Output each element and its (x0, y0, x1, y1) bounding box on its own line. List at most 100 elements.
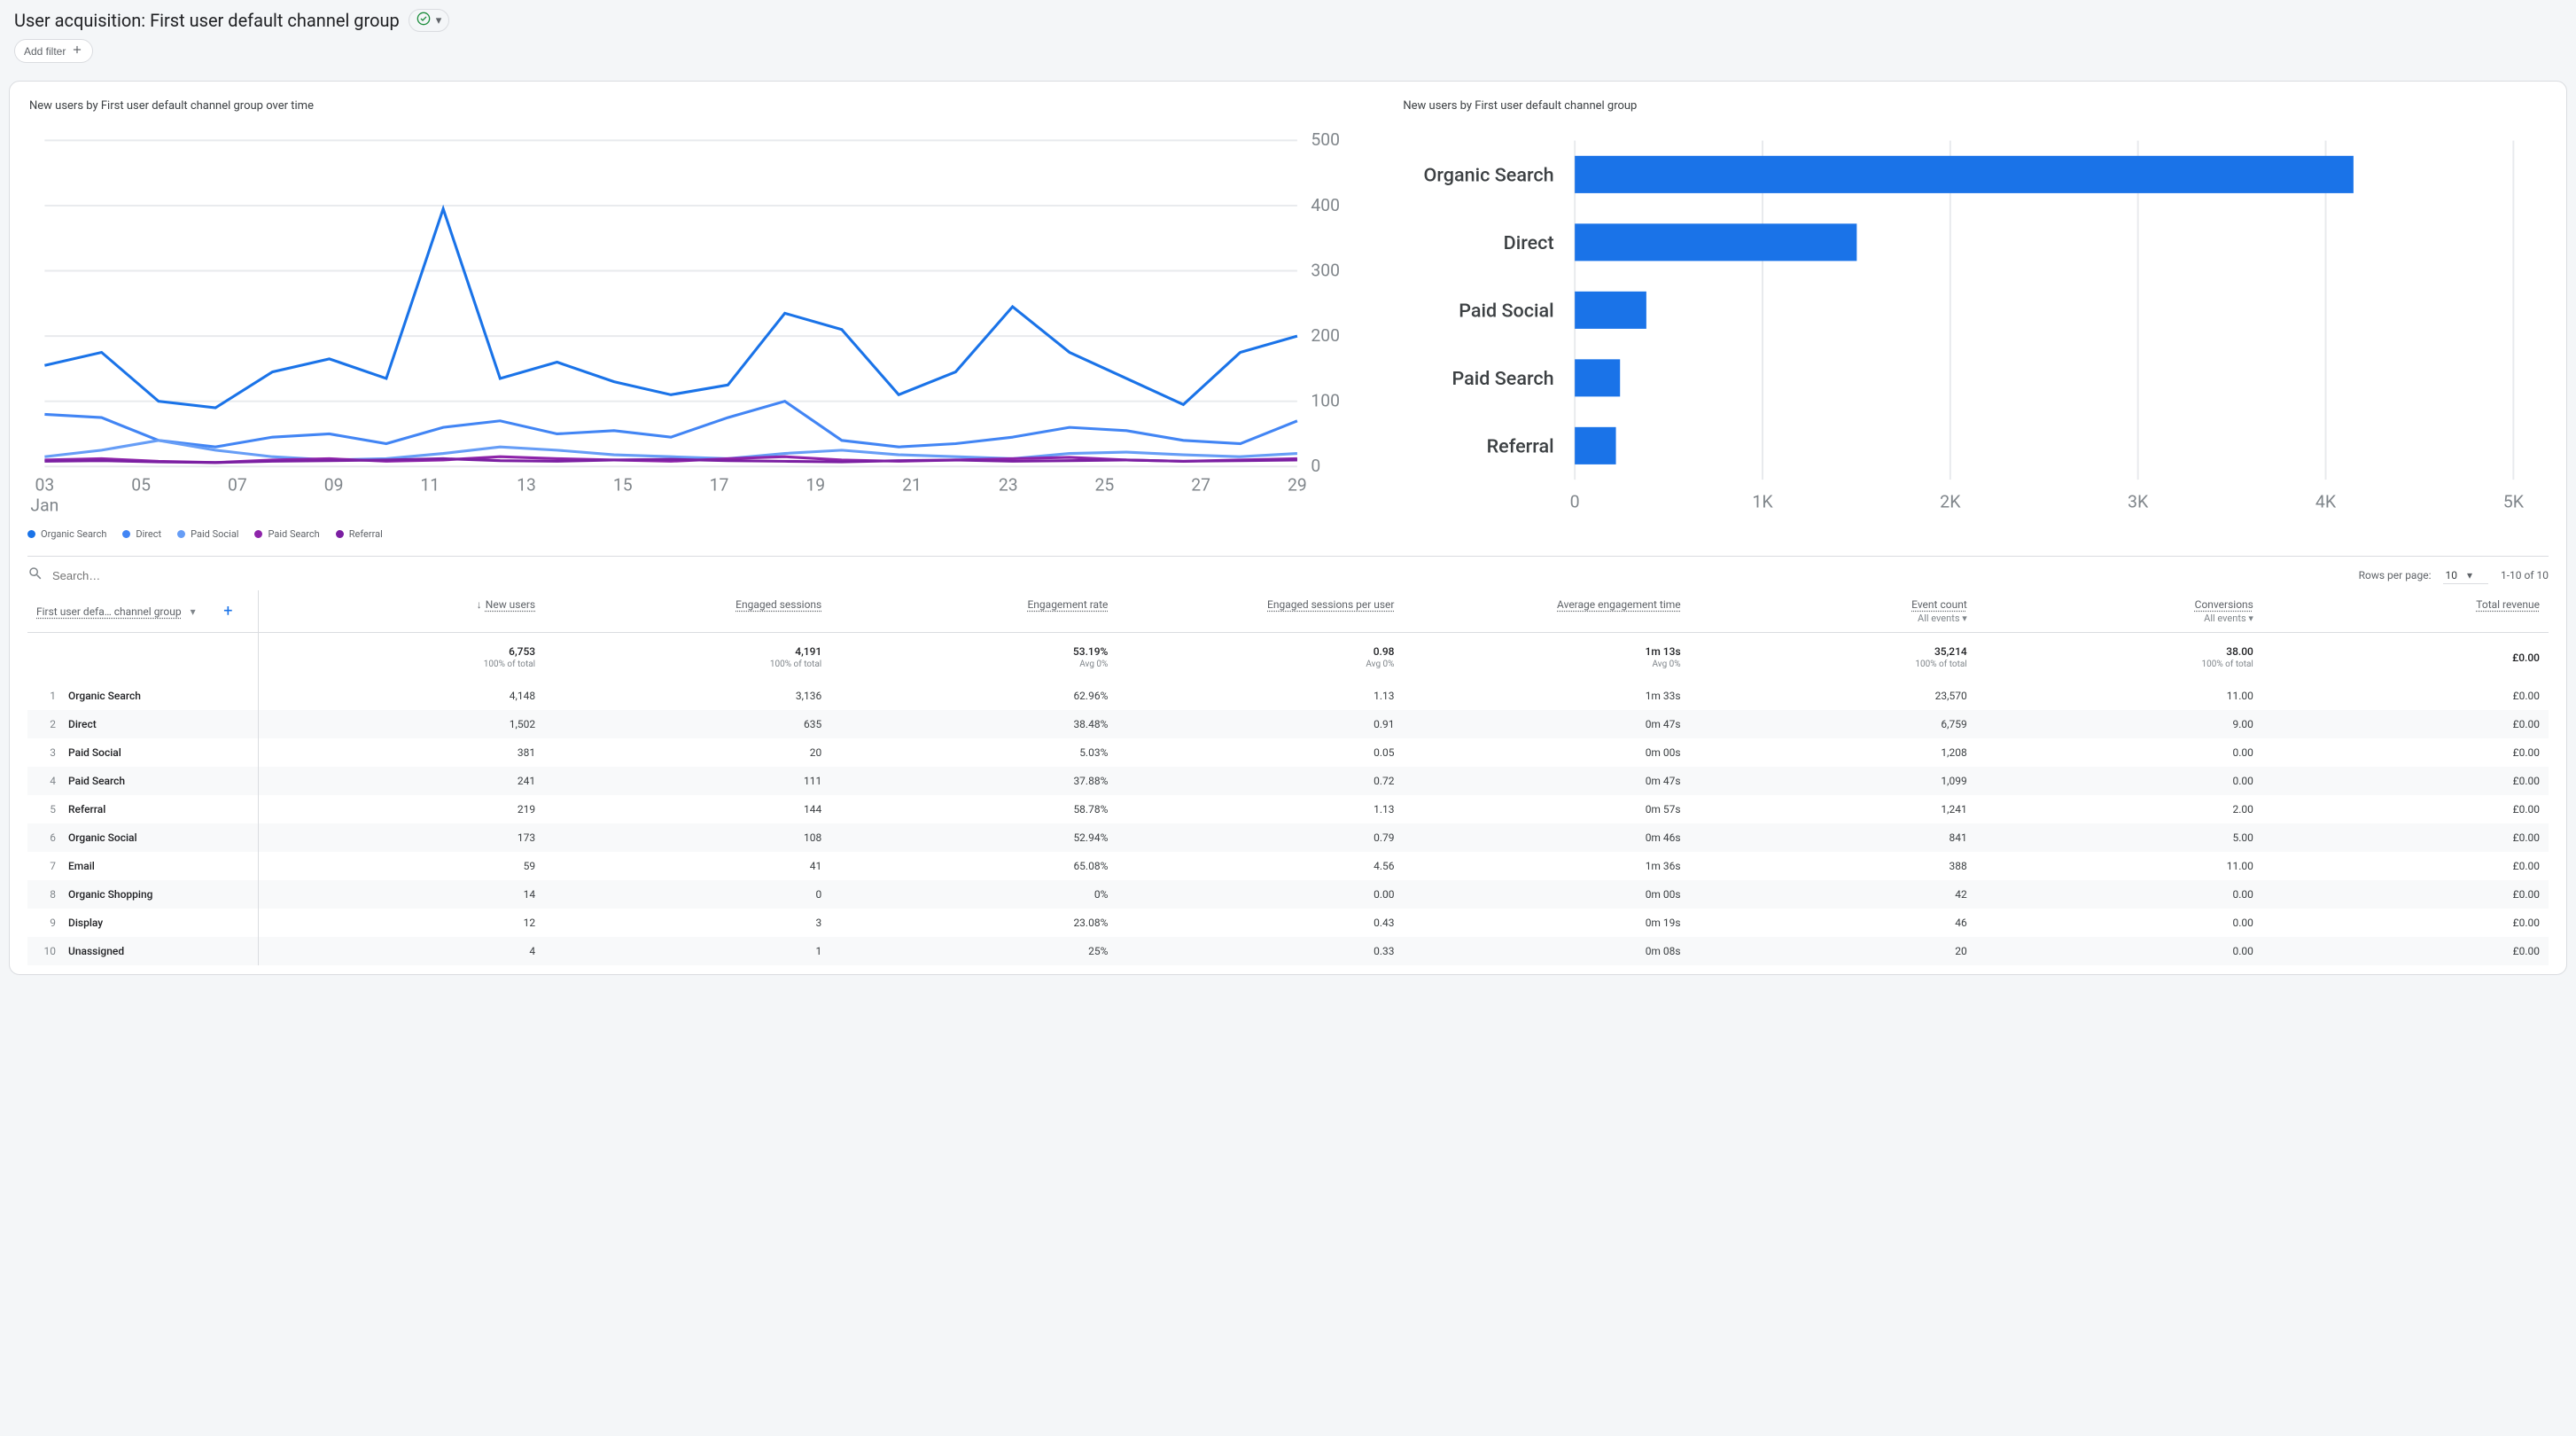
cell-engagement_rate: 62.96% (830, 682, 1117, 710)
svg-text:21: 21 (902, 474, 922, 495)
legend-item[interactable]: Direct (122, 528, 161, 540)
svg-text:3K: 3K (2128, 491, 2149, 511)
column-header-conversions[interactable]: ConversionsAll events ▾ (1976, 590, 2262, 633)
column-header-esp_user[interactable]: Engaged sessions per user (1117, 590, 1403, 633)
cell-new_users: 381 (258, 738, 544, 767)
summary-row: 6,753100% of total4,191100% of total53.1… (27, 633, 2549, 683)
report-status-chip[interactable]: ▾ (409, 9, 450, 32)
data-table: First user defa… channel group ▾ + ↓New … (27, 590, 2549, 965)
cell-new_users: 4,148 (258, 682, 544, 710)
cell-avg_eng_time: 1m 33s (1404, 682, 1690, 710)
row-name: Unassigned (68, 945, 124, 957)
svg-text:300: 300 (1311, 260, 1340, 280)
cell-total_revenue: £0.00 (2262, 710, 2549, 738)
legend-label: Organic Search (41, 528, 106, 540)
cell-new_users: 59 (258, 852, 544, 880)
cell-engaged_sessions: 1 (544, 937, 830, 965)
cell-avg_eng_time: 0m 08s (1404, 937, 1690, 965)
svg-text:11: 11 (420, 474, 440, 495)
rows-per-page-label: Rows per page: (2359, 569, 2432, 581)
dimension-header[interactable]: First user defa… channel group ▾ + (27, 590, 258, 633)
table-row[interactable]: 3Paid Social381205.03%0.050m 00s1,2080.0… (27, 738, 2549, 767)
row-name: Organic Social (68, 831, 137, 844)
cell-esp_user: 1.13 (1117, 682, 1403, 710)
cell-avg_eng_time: 1m 36s (1404, 852, 1690, 880)
svg-text:09: 09 (324, 474, 344, 495)
page-header: User acquisition: First user default cha… (0, 0, 2576, 68)
cell-conversions: 11.00 (1976, 852, 2262, 880)
row-name: Direct (68, 718, 97, 730)
dimension-label: First user defa… channel group (36, 605, 182, 618)
row-name: Organic Search (68, 690, 141, 702)
row-index: 9 (36, 917, 56, 929)
column-header-event_count[interactable]: Event countAll events ▾ (1690, 590, 1976, 633)
bar-chart-block: New users by First user default channel … (1401, 99, 2549, 527)
cell-event_count: 1,208 (1690, 738, 1976, 767)
cell-engaged_sessions: 0 (544, 880, 830, 909)
legend-swatch-icon (254, 530, 262, 538)
table-pager: Rows per page: 10 ▾ 1-10 of 10 (2359, 567, 2549, 584)
cell-event_count: 20 (1690, 937, 1976, 965)
table-row[interactable]: 1Organic Search4,1483,13662.96%1.131m 33… (27, 682, 2549, 710)
cell-event_count: 1,241 (1690, 795, 1976, 823)
add-filter-button[interactable]: Add filter (14, 39, 93, 63)
svg-text:4K: 4K (2315, 491, 2337, 511)
table-row[interactable]: 2Direct1,50263538.48%0.910m 47s6,7599.00… (27, 710, 2549, 738)
svg-text:Paid Search: Paid Search (1452, 368, 1554, 390)
cell-total_revenue: £0.00 (2262, 909, 2549, 937)
row-index: 10 (36, 945, 56, 957)
cell-total_revenue: £0.00 (2262, 795, 2549, 823)
table-search-input[interactable] (51, 568, 2359, 583)
cell-avg_eng_time: 0m 57s (1404, 795, 1690, 823)
rows-per-page-select[interactable]: 10 ▾ (2443, 567, 2488, 584)
table-row[interactable]: 10Unassigned4125%0.330m 08s200.00£0.00 (27, 937, 2549, 965)
row-name: Email (68, 860, 95, 872)
cell-engaged_sessions: 41 (544, 852, 830, 880)
svg-text:27: 27 (1191, 474, 1210, 495)
line-chart: 0100200300400500030507091113151719212325… (27, 123, 1366, 518)
line-chart-block: New users by First user default channel … (27, 99, 1366, 540)
table-row[interactable]: 9Display12323.08%0.430m 19s460.00£0.00 (27, 909, 2549, 937)
table-row[interactable]: 7Email594165.08%4.561m 36s38811.00£0.00 (27, 852, 2549, 880)
svg-text:100: 100 (1311, 390, 1340, 410)
legend-item[interactable]: Paid Social (177, 528, 238, 540)
cell-new_users: 219 (258, 795, 544, 823)
cell-esp_user: 0.91 (1117, 710, 1403, 738)
svg-text:25: 25 (1095, 474, 1115, 495)
legend-item[interactable]: Organic Search (27, 528, 106, 540)
column-header-avg_eng_time[interactable]: Average engagement time (1404, 590, 1690, 633)
cell-engagement_rate: 52.94% (830, 823, 1117, 852)
cell-event_count: 42 (1690, 880, 1976, 909)
row-index: 4 (36, 775, 56, 787)
table-row[interactable]: 6Organic Social17310852.94%0.790m 46s841… (27, 823, 2549, 852)
add-dimension-button[interactable]: + (223, 602, 248, 620)
cell-engagement_rate: 23.08% (830, 909, 1117, 937)
cell-engagement_rate: 65.08% (830, 852, 1117, 880)
column-header-new_users[interactable]: ↓New users (258, 590, 544, 633)
legend-item[interactable]: Referral (336, 528, 383, 540)
line-chart-title: New users by First user default channel … (29, 99, 1366, 113)
cell-avg_eng_time: 0m 47s (1404, 767, 1690, 795)
cell-avg_eng_time: 0m 19s (1404, 909, 1690, 937)
column-header-engagement_rate[interactable]: Engagement rate (830, 590, 1117, 633)
column-header-engaged_sessions[interactable]: Engaged sessions (544, 590, 830, 633)
chevron-down-icon: ▾ (1962, 613, 1967, 624)
cell-engagement_rate: 0% (830, 880, 1117, 909)
cell-engaged_sessions: 108 (544, 823, 830, 852)
row-name: Paid Search (68, 775, 125, 787)
table-row[interactable]: 8Organic Shopping1400%0.000m 00s420.00£0… (27, 880, 2549, 909)
cell-conversions: 5.00 (1976, 823, 2262, 852)
svg-text:0: 0 (1570, 491, 1580, 511)
cell-engagement_rate: 37.88% (830, 767, 1117, 795)
legend-item[interactable]: Paid Search (254, 528, 319, 540)
table-row[interactable]: 4Paid Search24111137.88%0.720m 47s1,0990… (27, 767, 2549, 795)
pager-range-text: 1-10 of 10 (2501, 569, 2549, 581)
cell-esp_user: 0.00 (1117, 880, 1403, 909)
cell-conversions: 2.00 (1976, 795, 2262, 823)
search-icon (27, 566, 43, 585)
svg-text:23: 23 (999, 474, 1018, 495)
table-row[interactable]: 5Referral21914458.78%1.130m 57s1,2412.00… (27, 795, 2549, 823)
column-header-total_revenue[interactable]: Total revenue (2262, 590, 2549, 633)
cell-conversions: 11.00 (1976, 682, 2262, 710)
svg-text:Referral: Referral (1487, 436, 1554, 458)
